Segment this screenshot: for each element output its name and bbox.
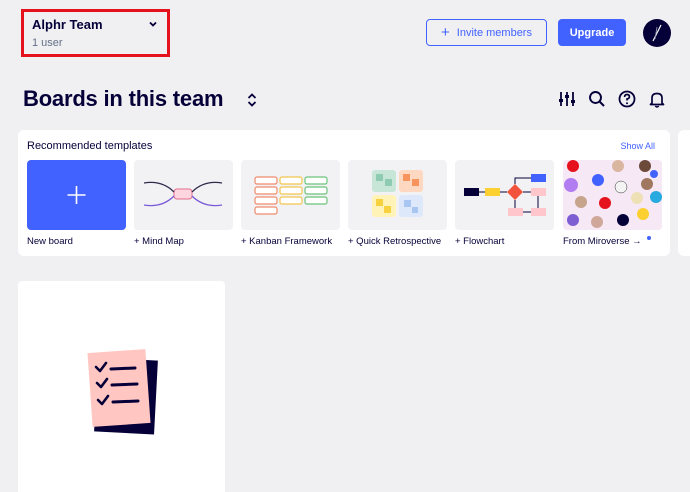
page-title: Boards in this team (23, 86, 224, 111)
mind-map-thumbnail (143, 181, 223, 207)
template-miroverse[interactable] (563, 160, 662, 230)
template-kanban[interactable] (241, 160, 340, 230)
team-switcher[interactable]: Alphr Team 1 user (21, 9, 170, 57)
filter-sliders-icon[interactable] (557, 89, 577, 109)
team-user-count: 1 user (32, 37, 63, 49)
flowchart-thumbnail (464, 174, 546, 216)
miroverse-thumbnail (564, 160, 662, 228)
team-name: Alphr Team (32, 17, 103, 32)
plus-icon (67, 186, 86, 204)
kanban-thumbnail (254, 176, 328, 215)
templates-title: Recommended templates (27, 140, 153, 152)
template-label[interactable]: + Kanban Framework (241, 236, 332, 247)
template-mind-map[interactable] (134, 160, 233, 230)
template-label[interactable]: New board (27, 236, 73, 247)
template-new-board[interactable] (27, 160, 126, 230)
search-icon[interactable] (587, 89, 607, 109)
template-label[interactable]: From Miroverse → (563, 236, 642, 247)
invite-members-button[interactable]: + Invite members (426, 19, 547, 46)
avatar-image (652, 24, 662, 42)
new-indicator-dot (647, 236, 651, 240)
checklist-icon (87, 349, 158, 435)
retrospective-thumbnail (372, 170, 423, 217)
help-icon[interactable] (617, 89, 637, 109)
side-panel-edge (678, 130, 690, 256)
bell-icon[interactable] (647, 89, 667, 109)
avatar[interactable] (643, 19, 671, 47)
template-label[interactable]: + Flowchart (455, 236, 504, 247)
chevron-down-icon (149, 21, 157, 27)
template-quick-retrospective[interactable] (348, 160, 447, 230)
sort-icon[interactable] (246, 92, 258, 108)
template-label[interactable]: + Mind Map (134, 236, 184, 247)
invite-members-label: Invite members (456, 26, 532, 39)
template-label[interactable]: + Quick Retrospective (348, 236, 441, 247)
show-all-link[interactable]: Show All (620, 141, 655, 151)
board-card[interactable] (18, 281, 225, 492)
upgrade-button[interactable]: Upgrade (558, 19, 626, 46)
template-flowchart[interactable] (455, 160, 554, 230)
plus-icon: + (441, 24, 450, 41)
recommended-templates-panel: Recommended templates Show All New board… (18, 130, 670, 256)
